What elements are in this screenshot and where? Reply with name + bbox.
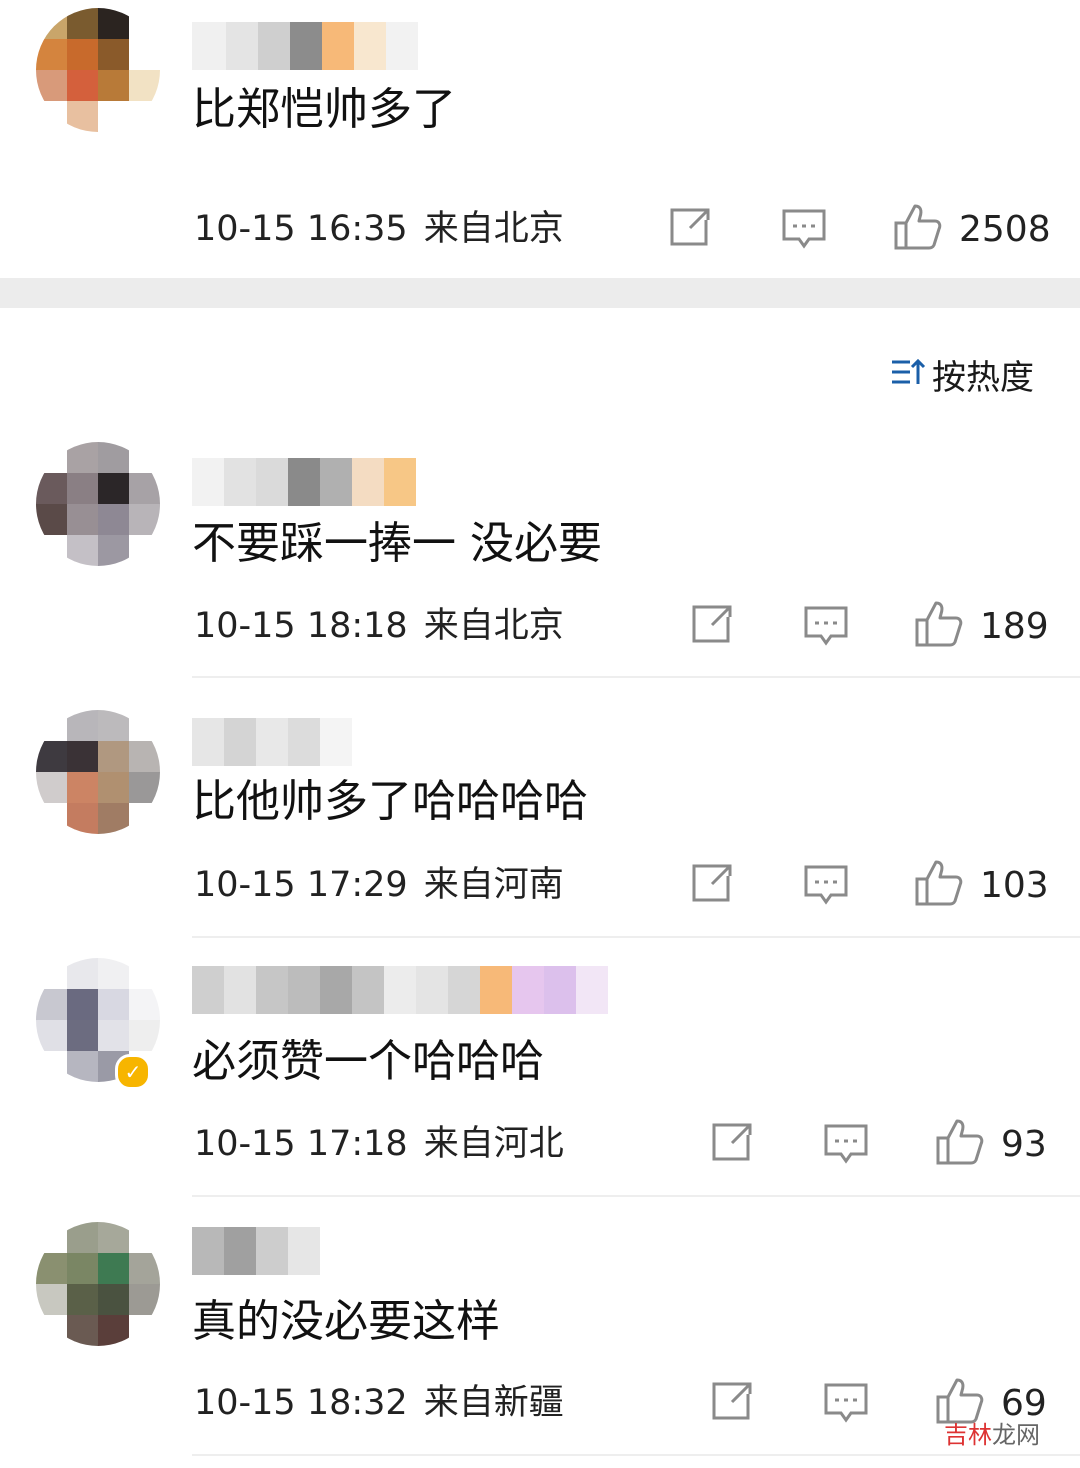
username-blurred[interactable] <box>192 22 418 70</box>
comment-date: 10-15 16:35 <box>194 209 408 249</box>
comment-icon <box>823 1382 869 1428</box>
sort-toggle[interactable]: 按热度 <box>890 352 1034 398</box>
comment-text: 比郑恺帅多了 <box>192 84 456 135</box>
forward-button[interactable] <box>668 208 712 252</box>
like-button[interactable]: 93 <box>935 1118 1047 1170</box>
avatar[interactable] <box>36 8 160 132</box>
divider <box>192 1195 1080 1197</box>
thumbs-up-icon <box>914 859 964 911</box>
comment-icon <box>803 605 849 651</box>
like-button[interactable]: 2508 <box>893 203 1051 255</box>
comment-icon <box>823 1123 869 1169</box>
comment-text: 真的没必要这样 <box>192 1296 500 1347</box>
thumbs-up-icon <box>914 600 964 652</box>
sort-label: 按热度 <box>932 357 1034 398</box>
comment-meta: 10-15 17:18 来自河北 <box>194 1122 564 1166</box>
username-blurred[interactable] <box>192 458 416 506</box>
comment-date: 10-15 18:32 <box>194 1383 408 1423</box>
comment-location: 来自新疆 <box>423 1383 564 1423</box>
comment-text: 不要踩一捧一 没必要 <box>192 518 602 569</box>
reply-button[interactable] <box>823 1123 869 1169</box>
username-blurred[interactable] <box>192 1227 320 1275</box>
reply-button[interactable] <box>823 1382 869 1428</box>
comment-date: 10-15 17:29 <box>194 865 408 905</box>
comment-location: 来自北京 <box>423 606 564 646</box>
watermark: 吉林龙网 <box>944 1415 1040 1450</box>
comment-text: 必须赞一个哈哈哈 <box>192 1036 544 1087</box>
comment-location: 来自河北 <box>423 1124 564 1164</box>
forward-icon <box>710 1382 754 1426</box>
comment-location: 来自河南 <box>423 865 564 905</box>
verified-badge-icon: ✓ <box>115 1054 151 1090</box>
forward-icon <box>710 1123 754 1167</box>
avatar[interactable] <box>36 442 160 566</box>
comment-meta: 10-15 18:32 来自新疆 <box>194 1381 564 1425</box>
comment-location: 来自北京 <box>423 209 564 249</box>
forward-button[interactable] <box>710 1382 754 1426</box>
like-count: 93 <box>1001 1123 1047 1165</box>
comment-text: 比他帅多了哈哈哈哈 <box>192 776 588 827</box>
forward-icon <box>690 605 734 649</box>
divider <box>192 676 1080 678</box>
divider <box>192 1454 1080 1456</box>
comment-date: 10-15 17:18 <box>194 1124 408 1164</box>
like-button[interactable]: 103 <box>914 859 1049 911</box>
reply-button[interactable] <box>781 208 827 254</box>
comment-icon <box>803 864 849 910</box>
forward-button[interactable] <box>710 1123 754 1167</box>
thumbs-up-icon <box>935 1118 985 1170</box>
forward-button[interactable] <box>690 864 734 908</box>
watermark-part2: 龙网 <box>992 1421 1040 1449</box>
reply-button[interactable] <box>803 864 849 910</box>
username-blurred[interactable] <box>192 718 352 766</box>
comment-meta: 10-15 16:35 来自北京 <box>194 207 564 251</box>
like-count: 2508 <box>959 208 1051 250</box>
avatar[interactable] <box>36 710 160 834</box>
comment-icon <box>781 208 827 254</box>
forward-icon <box>668 208 712 252</box>
section-divider <box>0 278 1080 308</box>
forward-icon <box>690 864 734 908</box>
thumbs-up-icon <box>893 203 943 255</box>
watermark-part1: 吉林 <box>944 1421 992 1449</box>
divider <box>192 936 1080 938</box>
like-count: 103 <box>980 864 1049 906</box>
avatar[interactable] <box>36 1222 160 1346</box>
comment-meta: 10-15 18:18 来自北京 <box>194 604 564 648</box>
forward-button[interactable] <box>690 605 734 649</box>
username-blurred[interactable] <box>192 966 608 1014</box>
comment-meta: 10-15 17:29 来自河南 <box>194 863 564 907</box>
comment-date: 10-15 18:18 <box>194 606 408 646</box>
sort-icon <box>890 356 926 392</box>
reply-button[interactable] <box>803 605 849 651</box>
like-count: 189 <box>980 605 1049 647</box>
like-button[interactable]: 189 <box>914 600 1049 652</box>
